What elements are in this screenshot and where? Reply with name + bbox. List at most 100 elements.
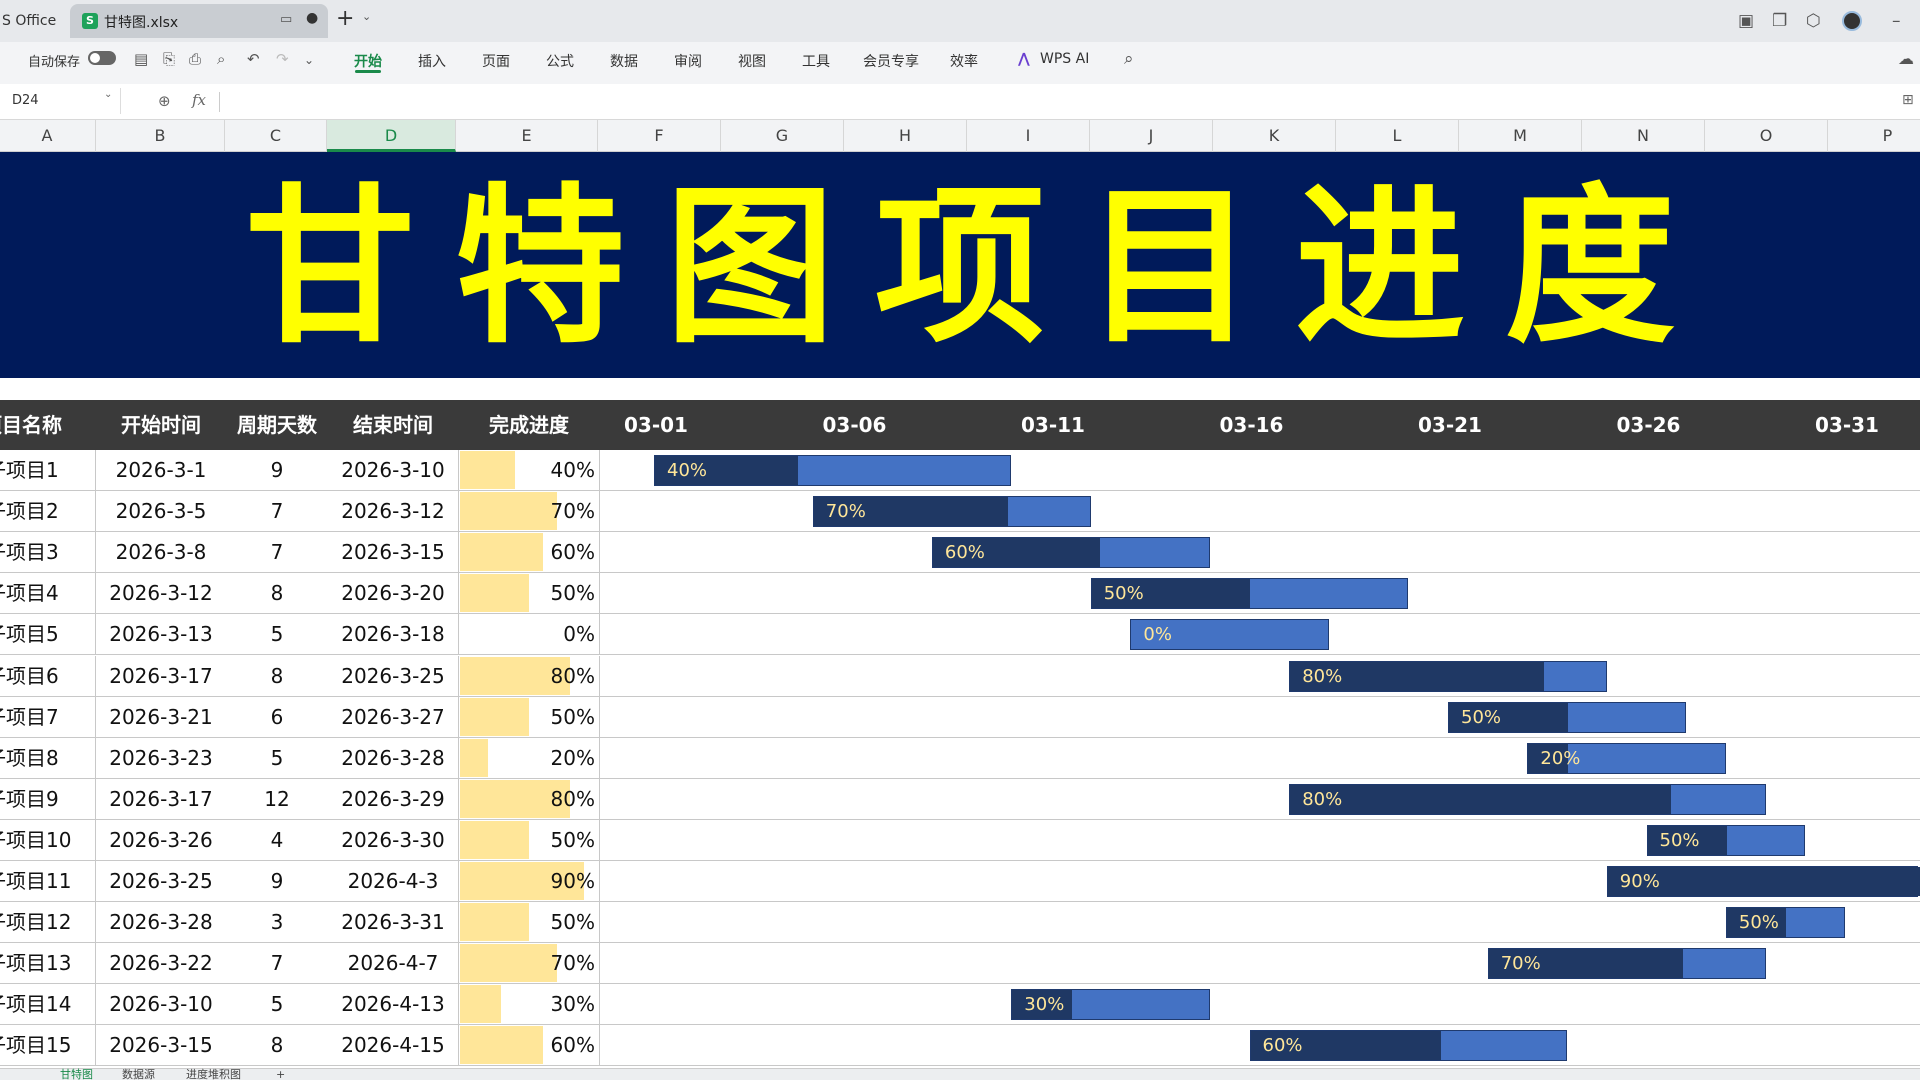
cell-project-name[interactable]: 子项目6	[0, 655, 96, 696]
cell-start-date[interactable]: 2026-3-17	[97, 779, 225, 819]
cube-icon[interactable]: ⬡	[1806, 11, 1821, 31]
gantt-bar[interactable]: 60%	[931, 537, 1210, 569]
cell-project-name[interactable]: 子项目15	[0, 1025, 96, 1066]
expand-formula-icon[interactable]: ⊞	[1902, 92, 1914, 108]
gantt-bar[interactable]: 70%	[1487, 948, 1766, 980]
cell-duration[interactable]: 3	[226, 902, 328, 942]
column-header-k[interactable]: K	[1213, 120, 1336, 152]
gantt-bar[interactable]: 80%	[1289, 660, 1607, 692]
cell-end-date[interactable]: 2026-3-10	[329, 450, 457, 490]
cell-start-date[interactable]: 2026-3-25	[97, 861, 225, 901]
column-header-j[interactable]: J	[1090, 120, 1213, 152]
unsaved-dot-icon[interactable]: ●	[306, 10, 318, 26]
cell-progress[interactable]: 50%	[458, 819, 600, 860]
cell-duration[interactable]: 9	[226, 450, 328, 490]
column-header-m[interactable]: M	[1459, 120, 1582, 152]
gantt-bar[interactable]: 80%	[1289, 783, 1766, 815]
cell-end-date[interactable]: 2026-3-18	[329, 614, 457, 654]
print-preview-icon[interactable]: ⌕	[217, 50, 225, 68]
cell-start-date[interactable]: 2026-3-12	[97, 573, 225, 613]
menu-efficiency[interactable]: 效率	[950, 51, 978, 71]
gantt-bar[interactable]: 30%	[1011, 989, 1210, 1021]
cell-progress[interactable]: 60%	[458, 532, 600, 573]
cell-project-name[interactable]: 子项目14	[0, 984, 96, 1025]
gantt-bar[interactable]: 40%	[654, 455, 1012, 486]
cell-duration[interactable]: 4	[226, 820, 328, 860]
gantt-bar[interactable]: 50%	[1448, 701, 1687, 733]
fx-icon[interactable]: fx	[192, 91, 206, 109]
save-icon[interactable]: ▤	[134, 50, 148, 68]
column-header-o[interactable]: O	[1705, 120, 1828, 152]
cell-project-name[interactable]: 子项目2	[0, 491, 96, 532]
column-header-c[interactable]: C	[225, 120, 327, 152]
cell-end-date[interactable]: 2026-3-31	[329, 902, 457, 942]
column-header-p[interactable]: P	[1828, 120, 1920, 152]
avatar[interactable]	[1842, 11, 1862, 31]
cell-progress[interactable]: 80%	[458, 655, 600, 696]
cell-project-name[interactable]: 子项目3	[0, 532, 96, 573]
cell-duration[interactable]: 8	[226, 573, 328, 613]
gantt-bar[interactable]: 70%	[812, 496, 1091, 528]
cell-start-date[interactable]: 2026-3-10	[97, 984, 225, 1024]
cell-progress[interactable]: 90%	[458, 861, 600, 901]
cell-end-date[interactable]: 2026-4-3	[329, 861, 457, 901]
cell-progress[interactable]: 80%	[458, 778, 600, 819]
cell-progress[interactable]: 70%	[458, 491, 600, 532]
menu-tools[interactable]: 工具	[802, 51, 830, 71]
cell-project-name[interactable]: 子项目13	[0, 943, 96, 984]
new-tab-button[interactable]: +	[336, 6, 354, 32]
cell-duration[interactable]: 6	[226, 697, 328, 737]
redo-icon[interactable]: ↷	[276, 50, 289, 68]
menu-insert[interactable]: 插入	[418, 51, 446, 71]
cell-start-date[interactable]: 2026-3-23	[97, 738, 225, 778]
cell-progress[interactable]: 30%	[458, 984, 600, 1025]
cell-end-date[interactable]: 2026-3-20	[329, 573, 457, 613]
search-icon[interactable]: ⌕	[1124, 49, 1134, 69]
cell-duration[interactable]: 8	[226, 656, 328, 696]
cell-duration[interactable]: 5	[226, 738, 328, 778]
chevron-down-icon[interactable]: ⌄	[362, 10, 371, 23]
cell-end-date[interactable]: 2026-3-28	[329, 738, 457, 778]
cell-end-date[interactable]: 2026-3-12	[329, 491, 457, 531]
column-header-a[interactable]: A	[0, 120, 96, 152]
cell-progress[interactable]: 50%	[458, 696, 600, 737]
more-chevron-icon[interactable]: ⌄	[304, 53, 314, 67]
cell-end-date[interactable]: 2026-3-25	[329, 656, 457, 696]
cell-start-date[interactable]: 2026-3-28	[97, 902, 225, 942]
column-header-f[interactable]: F	[598, 120, 721, 152]
cell-start-date[interactable]: 2026-3-22	[97, 943, 225, 983]
file-tab[interactable]: S 甘特图.xlsx ▭ ●	[70, 4, 328, 38]
cell-start-date[interactable]: 2026-3-26	[97, 820, 225, 860]
cell-progress[interactable]: 20%	[458, 737, 600, 778]
cell-start-date[interactable]: 2026-3-15	[97, 1025, 225, 1065]
cell-duration[interactable]: 7	[226, 943, 328, 983]
cell-end-date[interactable]: 2026-4-15	[329, 1025, 457, 1065]
cell-start-date[interactable]: 2026-3-21	[97, 697, 225, 737]
cell-duration[interactable]: 5	[226, 614, 328, 654]
cell-duration[interactable]: 12	[226, 779, 328, 819]
column-header-g[interactable]: G	[721, 120, 844, 152]
cell-end-date[interactable]: 2026-3-27	[329, 697, 457, 737]
cell-duration[interactable]: 5	[226, 984, 328, 1024]
cell-start-date[interactable]: 2026-3-17	[97, 656, 225, 696]
cell-end-date[interactable]: 2026-3-30	[329, 820, 457, 860]
minimize-icon[interactable]: –	[1892, 11, 1901, 31]
cell-end-date[interactable]: 2026-3-29	[329, 779, 457, 819]
gantt-bar[interactable]: 50%	[1646, 824, 1806, 856]
window-icon[interactable]: ❐	[1772, 11, 1787, 31]
cell-project-name[interactable]: 子项目12	[0, 902, 96, 943]
cell-progress[interactable]: 70%	[458, 943, 600, 984]
column-header-n[interactable]: N	[1582, 120, 1705, 152]
cell-end-date[interactable]: 2026-4-13	[329, 984, 457, 1024]
add-sheet-button[interactable]: +	[276, 1069, 285, 1081]
menu-formula[interactable]: 公式	[546, 51, 574, 71]
cell-end-date[interactable]: 2026-3-15	[329, 532, 457, 572]
chevron-down-icon[interactable]: ⌄	[104, 89, 112, 100]
zoom-icon[interactable]: ⊕	[158, 92, 171, 110]
cell-project-name[interactable]: 子项目11	[0, 861, 96, 901]
cell-duration[interactable]: 7	[226, 532, 328, 572]
autosave-toggle[interactable]	[88, 51, 116, 65]
menu-review[interactable]: 审阅	[674, 51, 702, 71]
gantt-bar[interactable]: 50%	[1725, 907, 1845, 939]
print-icon[interactable]: ⎙	[189, 50, 201, 68]
